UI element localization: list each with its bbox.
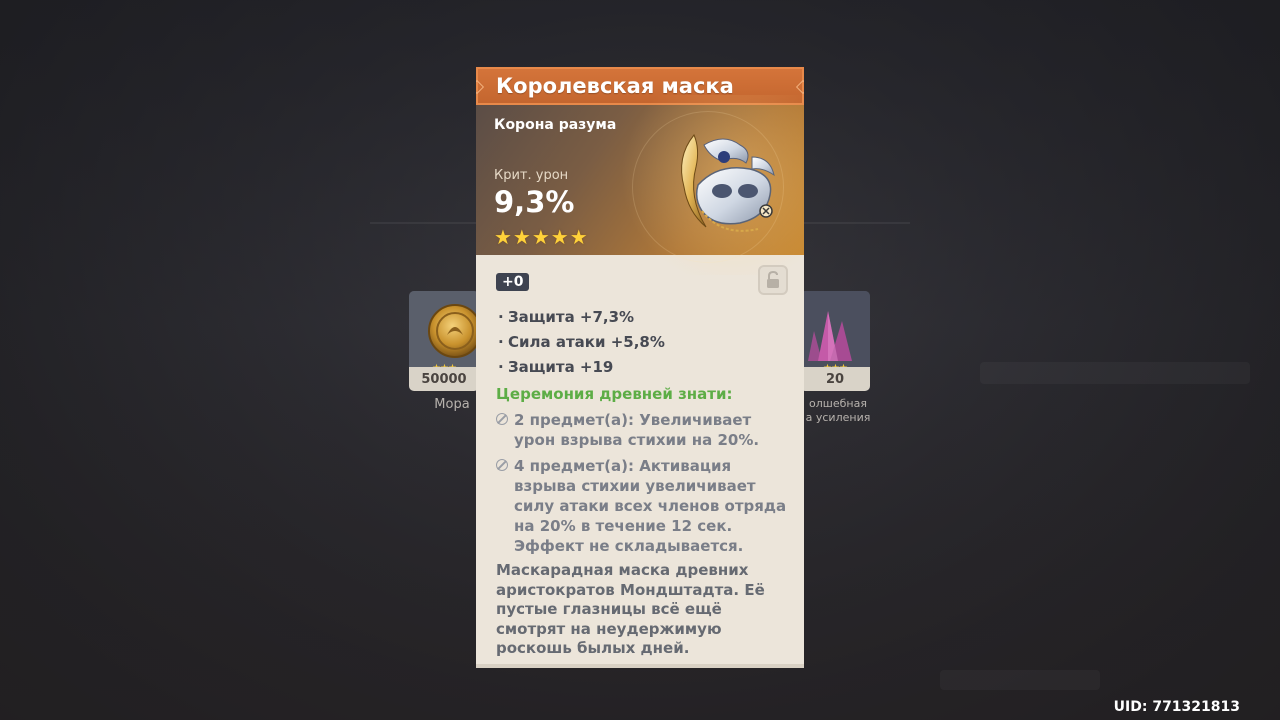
title-ornament-right	[795, 79, 804, 95]
substat-item: · Сила атаки +5,8%	[498, 333, 665, 351]
substat-item: · Защита +7,3%	[498, 308, 635, 326]
main-stat-value: 9,3%	[494, 185, 575, 219]
mora-item-card[interactable]: ★★★ 50000	[409, 291, 479, 391]
title-ornament-left	[476, 79, 485, 95]
ore-item-card[interactable]: ★★★ 20	[800, 291, 870, 391]
item-count: 50000	[409, 367, 479, 391]
artifact-detail-card: Королевская маска Корона разума Крит. ур…	[476, 67, 804, 668]
player-uid: UID: 771321813	[1113, 699, 1240, 715]
background-blur-row	[980, 362, 1250, 384]
artifact-set-name: Церемония древней знати:	[496, 385, 733, 403]
substats-list: · Защита +7,3% · Сила атаки +5,8% · Защита …	[498, 307, 665, 382]
artifact-level-badge: +0	[496, 273, 530, 291]
crystal-ore-icon	[800, 291, 870, 367]
set-piece-icon	[496, 413, 508, 425]
ore-item-label: олшебная а усиления	[805, 397, 871, 424]
set-piece-icon	[496, 459, 508, 471]
background-blur-button	[940, 670, 1100, 690]
artifact-slot: Корона разума	[494, 117, 617, 133]
lock-icon	[767, 270, 779, 288]
set-bonus-2: 2 предмет(а): Увеличивает урон взрыва ст…	[496, 410, 794, 450]
main-stat-label: Крит. урон	[494, 168, 569, 183]
set-bonus-4: 4 предмет(а): Активация взрыва стихии ув…	[496, 456, 794, 556]
item-count: 20	[800, 367, 870, 391]
mask-artifact-icon	[681, 134, 775, 232]
artifact-header: Корона разума Крит. урон 9,3% ★★★★★	[476, 95, 804, 275]
lock-button[interactable]	[758, 265, 788, 295]
rarity-stars: ★★★★★	[494, 225, 589, 249]
substat-item: · Защита +19	[498, 358, 614, 376]
card-bottom-edge	[476, 664, 804, 668]
mora-coin-icon	[409, 291, 479, 367]
artifact-description: Маскарадная маска древних аристократов М…	[496, 561, 765, 657]
